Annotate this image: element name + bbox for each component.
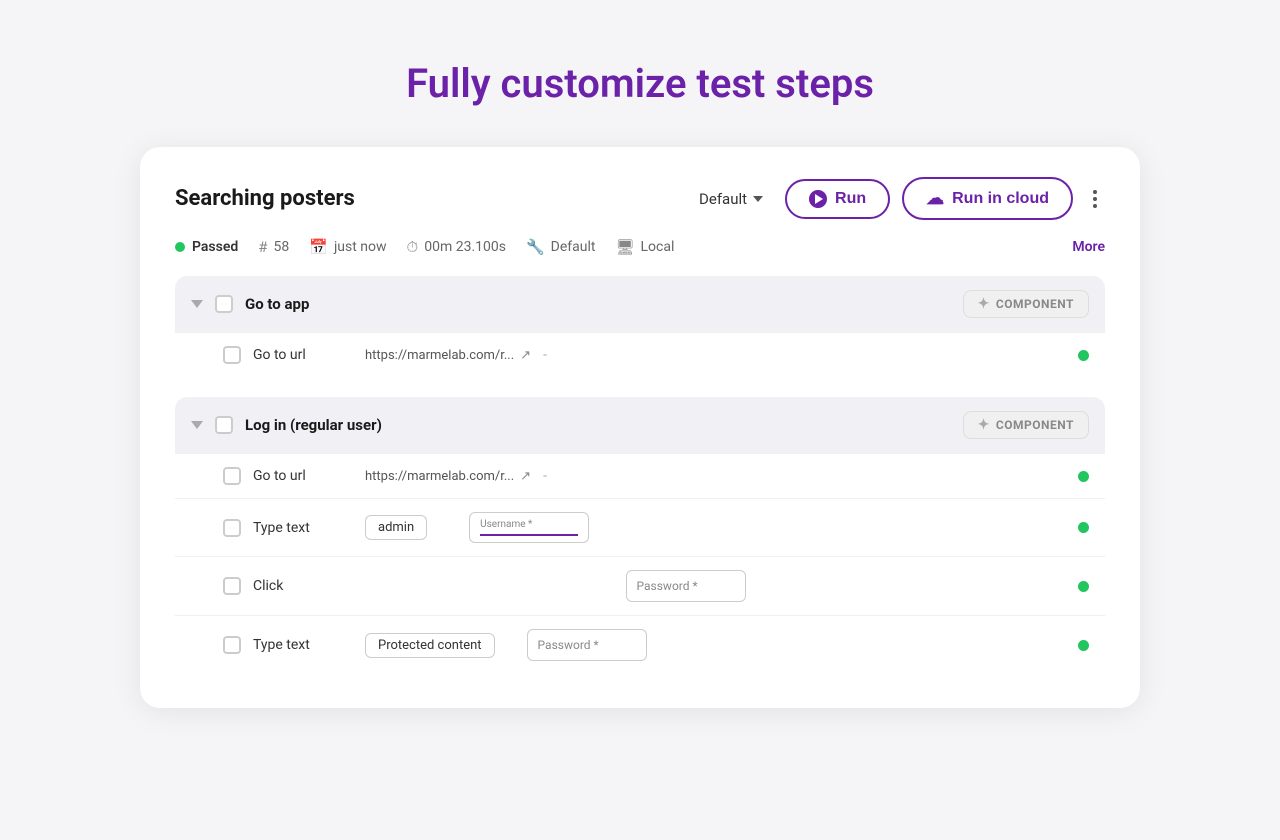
- plus-icon-login: ✦: [978, 417, 990, 433]
- checkbox-click[interactable]: [223, 577, 241, 595]
- default-dropdown-label: Default: [699, 190, 747, 208]
- checkbox-login[interactable]: [215, 416, 233, 434]
- passed-dot: [175, 242, 185, 252]
- play-icon: [809, 190, 827, 208]
- run-button-label: Run: [835, 190, 866, 208]
- username-value: [480, 532, 578, 536]
- main-card: Searching posters Default Run ☁ Run in c…: [140, 147, 1140, 708]
- step-row-go-to-url-2: Go to url https://marmelab.com/r... ↗ -: [175, 453, 1105, 498]
- external-link-icon-2[interactable]: ↗: [520, 469, 531, 484]
- step-name-go-to-url-2: Go to url: [253, 468, 353, 484]
- env-value: Default: [551, 239, 596, 255]
- duration-item: ⏱ 00m 23.100s: [407, 238, 506, 256]
- step-name-go-to-url-1: Go to url: [253, 347, 353, 363]
- location-value: Local: [641, 239, 675, 255]
- page-title: Fully customize test steps: [406, 60, 874, 107]
- step-row-type-text-1: Type text admin Username *: [175, 498, 1105, 556]
- cloud-icon: ☁: [926, 188, 944, 209]
- checkbox-go-to-url-1[interactable]: [223, 346, 241, 364]
- step-group-header-go-to-app: Go to app ✦ COMPONENT: [175, 276, 1105, 332]
- step-row-click: Click Password *: [175, 556, 1105, 615]
- step-status-dot-1: [1078, 350, 1089, 361]
- run-id-item: # 58: [258, 238, 289, 256]
- header-actions: Default Run ☁ Run in cloud: [689, 177, 1105, 220]
- chevron-down-icon: [753, 196, 763, 202]
- more-menu-button[interactable]: [1085, 184, 1105, 214]
- external-link-icon-1[interactable]: ↗: [520, 348, 531, 363]
- step-url-2: https://marmelab.com/r... ↗ -: [365, 468, 547, 484]
- collapse-icon-login[interactable]: [191, 421, 203, 429]
- url-text-1: https://marmelab.com/r...: [365, 348, 514, 363]
- step-row-type-text-2: Type text Protected content Password *: [175, 615, 1105, 674]
- card-title: Searching posters: [175, 186, 355, 211]
- checkbox-go-to-app[interactable]: [215, 295, 233, 313]
- duration-value: 00m 23.100s: [424, 239, 506, 255]
- page-container: Fully customize test steps Searching pos…: [20, 20, 1260, 820]
- plus-icon: ✦: [978, 296, 990, 312]
- collapse-icon-go-to-app[interactable]: [191, 300, 203, 308]
- step-name-type-text-2: Type text: [253, 637, 353, 653]
- step-row-go-to-url-1: Go to url https://marmelab.com/r... ↗ -: [175, 332, 1105, 377]
- monitor-icon: 🖥: [615, 238, 634, 256]
- step-url-1: https://marmelab.com/r... ↗ -: [365, 347, 547, 363]
- step-status-dot-2: [1078, 471, 1089, 482]
- url-text-2: https://marmelab.com/r...: [365, 469, 514, 484]
- password-field-click: Password *: [626, 570, 746, 602]
- step-status-dot-3: [1078, 522, 1089, 533]
- run-button[interactable]: Run: [785, 179, 890, 219]
- card-header: Searching posters Default Run ☁ Run in c…: [175, 177, 1105, 220]
- wrench-icon: 🔧: [526, 238, 545, 256]
- checkbox-go-to-url-2[interactable]: [223, 467, 241, 485]
- step-status-dot-4: [1078, 581, 1089, 592]
- default-dropdown[interactable]: Default: [689, 184, 773, 214]
- hash-icon: #: [258, 238, 267, 256]
- component-badge-label-login: COMPONENT: [996, 418, 1074, 432]
- step-group-login: Log in (regular user) ✦ COMPONENT Go to …: [175, 397, 1105, 674]
- time-ago-item: 📅 just now: [309, 238, 386, 256]
- env-item: 🔧 Default: [526, 238, 595, 256]
- location-item: 🖥 Local: [615, 238, 674, 256]
- step-group-go-to-app: Go to app ✦ COMPONENT Go to url https://…: [175, 276, 1105, 377]
- steps-container: Go to app ✦ COMPONENT Go to url https://…: [175, 276, 1105, 688]
- step-dash-2: -: [543, 468, 547, 484]
- tag-protected: Protected content: [365, 633, 495, 658]
- step-group-name-go-to-app: Go to app: [245, 295, 951, 313]
- username-label: Username *: [480, 519, 578, 530]
- time-ago-value: just now: [334, 239, 387, 255]
- passed-label: Passed: [192, 239, 238, 255]
- run-id-value: 58: [274, 239, 290, 255]
- checkbox-type-text-1[interactable]: [223, 519, 241, 537]
- password-field-type: Password *: [527, 629, 647, 661]
- tag-admin: admin: [365, 515, 427, 540]
- component-badge-label: COMPONENT: [996, 297, 1074, 311]
- step-name-click: Click: [253, 578, 353, 594]
- step-name-type-text-1: Type text: [253, 520, 353, 536]
- status-bar: Passed # 58 📅 just now ⏱ 00m 23.100s 🔧 D…: [175, 238, 1105, 256]
- component-badge-login: ✦ COMPONENT: [963, 411, 1089, 439]
- username-field-preview: Username *: [469, 512, 589, 543]
- more-link[interactable]: More: [1072, 239, 1105, 255]
- component-badge-go-to-app: ✦ COMPONENT: [963, 290, 1089, 318]
- calendar-icon: 📅: [309, 238, 328, 256]
- run-cloud-button[interactable]: ☁ Run in cloud: [902, 177, 1073, 220]
- step-status-dot-5: [1078, 640, 1089, 651]
- step-group-name-login: Log in (regular user): [245, 416, 951, 434]
- clock-icon: ⏱: [407, 238, 419, 256]
- run-cloud-button-label: Run in cloud: [952, 190, 1049, 208]
- step-group-header-login: Log in (regular user) ✦ COMPONENT: [175, 397, 1105, 453]
- passed-status: Passed: [175, 239, 238, 255]
- step-dash-1: -: [543, 347, 547, 363]
- checkbox-type-text-2[interactable]: [223, 636, 241, 654]
